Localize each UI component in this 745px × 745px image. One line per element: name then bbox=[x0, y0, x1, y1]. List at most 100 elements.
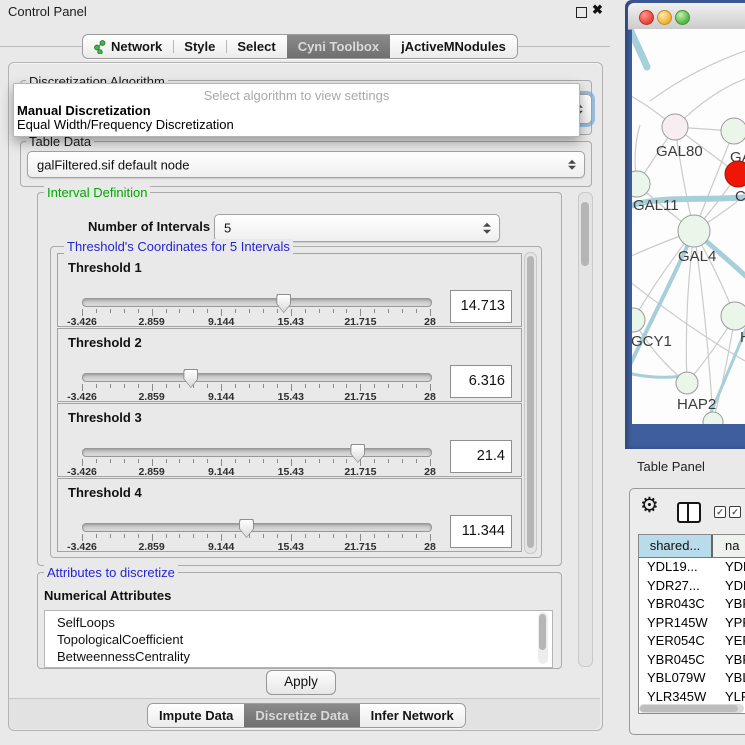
table-horizontal-scrollbar[interactable] bbox=[639, 704, 744, 713]
network-view-window: GAL80GACGAL11GAL4GCY1HHAP2 bbox=[625, 0, 745, 449]
algorithm-popup-hint[interactable]: Select algorithm to view settings bbox=[14, 88, 579, 103]
zoom-traffic-light[interactable] bbox=[675, 10, 690, 25]
split-columns-icon[interactable] bbox=[677, 502, 701, 523]
tab-label: Style bbox=[184, 35, 215, 58]
table-cell-shared-name[interactable]: YBL079W bbox=[639, 669, 721, 688]
threshold-slider[interactable] bbox=[82, 448, 432, 457]
table-cell-shared-name[interactable]: YBR045C bbox=[639, 651, 721, 670]
threshold-value-field[interactable]: 6.316 bbox=[450, 365, 512, 398]
network-edge[interactable] bbox=[650, 51, 745, 101]
network-node[interactable] bbox=[632, 308, 645, 332]
network-node[interactable] bbox=[662, 114, 688, 140]
column-header-name[interactable]: na bbox=[713, 535, 745, 557]
table-row[interactable]: YBL079WYBL0 bbox=[639, 669, 745, 688]
threshold-value-field[interactable]: 14.713 bbox=[450, 290, 512, 323]
table-cell-shared-name[interactable]: YER054C bbox=[639, 632, 721, 651]
table-cell-name[interactable]: YPR1 bbox=[721, 614, 745, 633]
tab-jactivemnodules[interactable]: jActiveMNodules bbox=[390, 35, 517, 58]
table-cell-name[interactable]: YBR0 bbox=[721, 651, 745, 670]
thresholds-group-title: Threshold's Coordinates for 5 Intervals bbox=[64, 239, 293, 254]
tab-select[interactable]: Select bbox=[226, 35, 286, 58]
minimize-traffic-light[interactable] bbox=[657, 10, 672, 25]
top-tab-bar: Network Style SelectCyni ToolboxjActiveMNo… bbox=[82, 34, 518, 59]
tab-style[interactable]: Style bbox=[173, 35, 226, 58]
table-row[interactable]: YDL19...YDL1 bbox=[639, 558, 745, 577]
tab-network[interactable]: Network bbox=[83, 35, 173, 58]
slider-tick-labels: -3.4262.8599.14415.4321.71528 bbox=[82, 316, 430, 328]
table-cell-shared-name[interactable]: YDL19... bbox=[639, 558, 721, 577]
numerical-attributes-list[interactable]: SelfLoopsTopologicalCoefficientBetweenne… bbox=[44, 610, 553, 668]
threshold-panel-4: Threshold 4 -3.4262.8599.14415.4321.71528… bbox=[57, 478, 522, 552]
control-panel-titlebar: Control Panel ✖ bbox=[0, 0, 610, 24]
algorithm-option-manual[interactable]: Manual Discretization bbox=[17, 103, 151, 118]
tab-discretize-data[interactable]: Discretize Data bbox=[244, 704, 359, 727]
table-data-combobox[interactable]: galFiltered.sif default node bbox=[27, 151, 585, 178]
apply-button[interactable]: Apply bbox=[266, 670, 336, 695]
network-node-label: C bbox=[735, 188, 745, 205]
content-scrollbar[interactable] bbox=[578, 192, 593, 667]
node-attribute-table: shared... na YDL19...YDL1YDR27...YDR2YBR… bbox=[638, 534, 745, 714]
close-icon[interactable]: ✖ bbox=[592, 2, 603, 18]
network-edge[interactable] bbox=[713, 316, 735, 422]
network-edge-highlighted[interactable] bbox=[632, 29, 647, 67]
column-header-shared[interactable]: shared... bbox=[639, 535, 713, 557]
checkbox-icon[interactable]: ✓ bbox=[729, 506, 741, 518]
threshold-label: Threshold 3 bbox=[68, 410, 142, 425]
table-cell-name[interactable]: YBL0 bbox=[721, 669, 745, 688]
number-of-intervals-label: Number of Intervals bbox=[88, 219, 210, 234]
table-horizontal-scrollbar-thumb[interactable] bbox=[640, 705, 738, 712]
network-window-titlebar[interactable] bbox=[628, 3, 745, 30]
table-cell-shared-name[interactable]: YPR145W bbox=[639, 614, 721, 633]
threshold-value-field[interactable]: 11.344 bbox=[450, 515, 512, 548]
table-panel: ⚙ ✓ ✓ shared... na YDL19...YDL1YDR27...Y… bbox=[629, 488, 745, 735]
network-node[interactable] bbox=[721, 302, 745, 330]
screen: Control Panel ✖ Network Style SelectCyni T… bbox=[0, 0, 745, 745]
network-node[interactable] bbox=[678, 215, 710, 247]
thresholds-scrollbar-thumb[interactable] bbox=[527, 256, 534, 548]
thresholds-scrollbar[interactable] bbox=[524, 252, 537, 554]
number-of-intervals-combobox[interactable]: 5 bbox=[214, 214, 500, 242]
table-data-combobox-value: galFiltered.sif default node bbox=[37, 157, 189, 172]
threshold-value-field[interactable]: 21.4 bbox=[450, 440, 512, 473]
table-row[interactable]: YBR045CYBR0 bbox=[639, 651, 745, 670]
table-row[interactable]: YER054CYER0 bbox=[639, 632, 745, 651]
float-window-icon[interactable] bbox=[576, 7, 587, 18]
attribute-list-item[interactable]: SelfLoops bbox=[45, 614, 552, 631]
threshold-panel-3: Threshold 3-3.4262.8599.14415.4321.71528… bbox=[57, 403, 522, 477]
network-node[interactable] bbox=[725, 161, 745, 187]
threshold-slider[interactable] bbox=[82, 373, 432, 382]
threshold-label: Threshold 4 bbox=[68, 485, 142, 500]
algorithm-option-equal-width[interactable]: Equal Width/Frequency Discretization bbox=[17, 117, 234, 132]
algorithm-dropdown-popup: Select algorithm to view settings Manual… bbox=[13, 83, 580, 137]
close-traffic-light[interactable] bbox=[639, 10, 654, 25]
content-scrollbar-thumb[interactable] bbox=[581, 202, 589, 266]
table-cell-shared-name[interactable]: YBR043C bbox=[639, 595, 721, 614]
table-cell-name[interactable]: YDL1 bbox=[721, 558, 745, 577]
tab-impute-data[interactable]: Impute Data bbox=[148, 704, 244, 727]
attribute-list-item[interactable]: BetweennessCentrality bbox=[45, 648, 552, 665]
gear-icon[interactable]: ⚙ bbox=[640, 493, 659, 518]
slider-tick-labels: -3.4262.8599.14415.4321.71528 bbox=[82, 541, 430, 553]
threshold-slider[interactable] bbox=[82, 523, 432, 532]
tab-label: Infer Network bbox=[371, 704, 454, 727]
table-row[interactable]: YDR27...YDR2 bbox=[639, 577, 745, 596]
tab-label: Network bbox=[111, 35, 162, 58]
table-cell-shared-name[interactable]: YDR27... bbox=[639, 577, 721, 596]
attributes-scrollbar-thumb[interactable] bbox=[539, 614, 546, 650]
attributes-scrollbar[interactable] bbox=[538, 612, 548, 664]
slider-tick-labels: -3.4262.8599.14415.4321.71528 bbox=[82, 391, 430, 403]
table-row[interactable]: YPR145WYPR1 bbox=[639, 614, 745, 633]
tab-infer-network[interactable]: Infer Network bbox=[360, 704, 465, 727]
table-cell-name[interactable]: YER0 bbox=[721, 632, 745, 651]
table-row[interactable]: YBR043CYBR0 bbox=[639, 595, 745, 614]
tab-cyni-toolbox[interactable]: Cyni Toolbox bbox=[287, 35, 390, 58]
threshold-slider[interactable] bbox=[82, 298, 432, 307]
checkbox-icon[interactable]: ✓ bbox=[714, 506, 726, 518]
attribute-list-item[interactable]: TopologicalCoefficient bbox=[45, 631, 552, 648]
table-cell-name[interactable]: YDR2 bbox=[721, 577, 745, 596]
network-node[interactable] bbox=[676, 372, 698, 394]
network-node[interactable] bbox=[721, 118, 745, 144]
network-node[interactable] bbox=[703, 412, 723, 424]
network-canvas[interactable]: GAL80GACGAL11GAL4GCY1HHAP2 bbox=[632, 29, 745, 424]
table-cell-name[interactable]: YBR0 bbox=[721, 595, 745, 614]
